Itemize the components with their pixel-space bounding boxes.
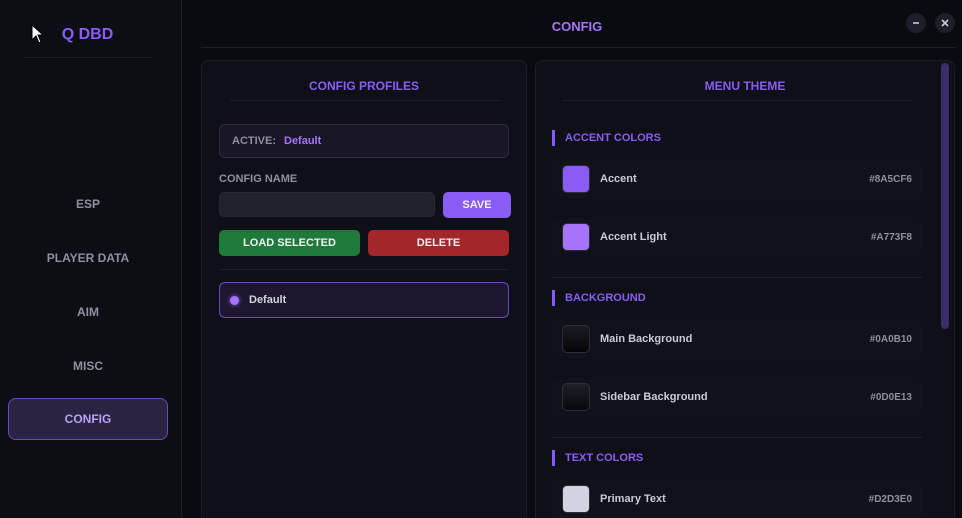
color-hex: #8A5CF6 xyxy=(869,173,912,185)
sidebar-item-aim[interactable]: AIM xyxy=(8,291,168,333)
section-accent-colors: ACCENT COLORS xyxy=(552,130,661,146)
sidebar-item-player-data[interactable]: PLAYER DATA xyxy=(8,237,168,279)
close-icon xyxy=(941,19,949,27)
section-background: BACKGROUND xyxy=(552,290,646,306)
color-swatch[interactable] xyxy=(562,383,590,411)
color-label: Accent xyxy=(600,173,637,185)
load-selected-button[interactable]: LOAD SELECTED xyxy=(219,230,360,256)
logo-divider xyxy=(24,57,152,58)
color-hex: #0A0B10 xyxy=(869,333,912,345)
panel-divider xyxy=(230,100,500,101)
color-swatch[interactable] xyxy=(562,485,590,513)
config-name-label: CONFIG NAME xyxy=(219,173,298,185)
color-swatch[interactable] xyxy=(562,165,590,193)
color-label: Main Background xyxy=(600,333,693,345)
menu-theme-panel: MENU THEME ACCENT COLORS Accent #8A5CF6 … xyxy=(535,60,955,518)
profile-list-item[interactable]: Default xyxy=(219,282,509,318)
sidebar-item-esp[interactable]: ESP xyxy=(8,183,168,225)
config-profiles-title: CONFIG PROFILES xyxy=(308,79,419,93)
color-hex: #D2D3E0 xyxy=(868,493,912,505)
close-button[interactable] xyxy=(935,13,955,33)
save-button[interactable]: SAVE xyxy=(443,192,511,218)
config-profiles-panel: CONFIG PROFILES ACTIVE: Default CONFIG N… xyxy=(201,60,527,518)
color-row-main-background[interactable]: Main Background #0A0B10 xyxy=(552,319,922,359)
profile-name: Default xyxy=(249,294,287,306)
color-label: Sidebar Background xyxy=(600,391,708,403)
sidebar: Q DBD ESP PLAYER DATA AIM MISC CONFIG xyxy=(0,0,182,518)
active-config-name: Default xyxy=(284,135,322,147)
color-label: Accent Light xyxy=(600,231,667,243)
color-row-primary-text[interactable]: Primary Text #D2D3E0 xyxy=(552,479,922,518)
section-divider xyxy=(552,277,922,278)
title-divider xyxy=(201,47,956,48)
sidebar-item-config[interactable]: CONFIG xyxy=(8,398,168,440)
delete-button[interactable]: DELETE xyxy=(368,230,509,256)
color-row-accent[interactable]: Accent #8A5CF6 xyxy=(552,159,922,199)
active-label: ACTIVE: xyxy=(232,135,276,147)
app-logo: Q DBD xyxy=(61,26,114,43)
color-label: Primary Text xyxy=(600,493,666,505)
config-name-input[interactable] xyxy=(219,192,435,217)
color-swatch[interactable] xyxy=(562,325,590,353)
color-swatch[interactable] xyxy=(562,223,590,251)
color-hex: #0D0E13 xyxy=(870,391,912,403)
color-row-accent-light[interactable]: Accent Light #A773F8 xyxy=(552,217,922,257)
minimize-button[interactable] xyxy=(906,13,926,33)
panel-divider xyxy=(562,100,912,101)
section-text-colors: TEXT COLORS xyxy=(552,450,643,466)
page-title: CONFIG xyxy=(551,19,603,34)
scrollbar-thumb[interactable] xyxy=(941,63,949,329)
color-hex: #A773F8 xyxy=(870,231,912,243)
menu-theme-title: MENU THEME xyxy=(704,79,786,93)
profiles-divider xyxy=(219,269,509,270)
minimize-icon xyxy=(913,22,919,24)
sidebar-item-misc[interactable]: MISC xyxy=(8,345,168,387)
radio-dot-icon xyxy=(230,295,239,305)
color-row-sidebar-background[interactable]: Sidebar Background #0D0E13 xyxy=(552,377,922,417)
section-divider xyxy=(552,437,922,438)
active-config-display: ACTIVE: Default xyxy=(219,124,509,158)
